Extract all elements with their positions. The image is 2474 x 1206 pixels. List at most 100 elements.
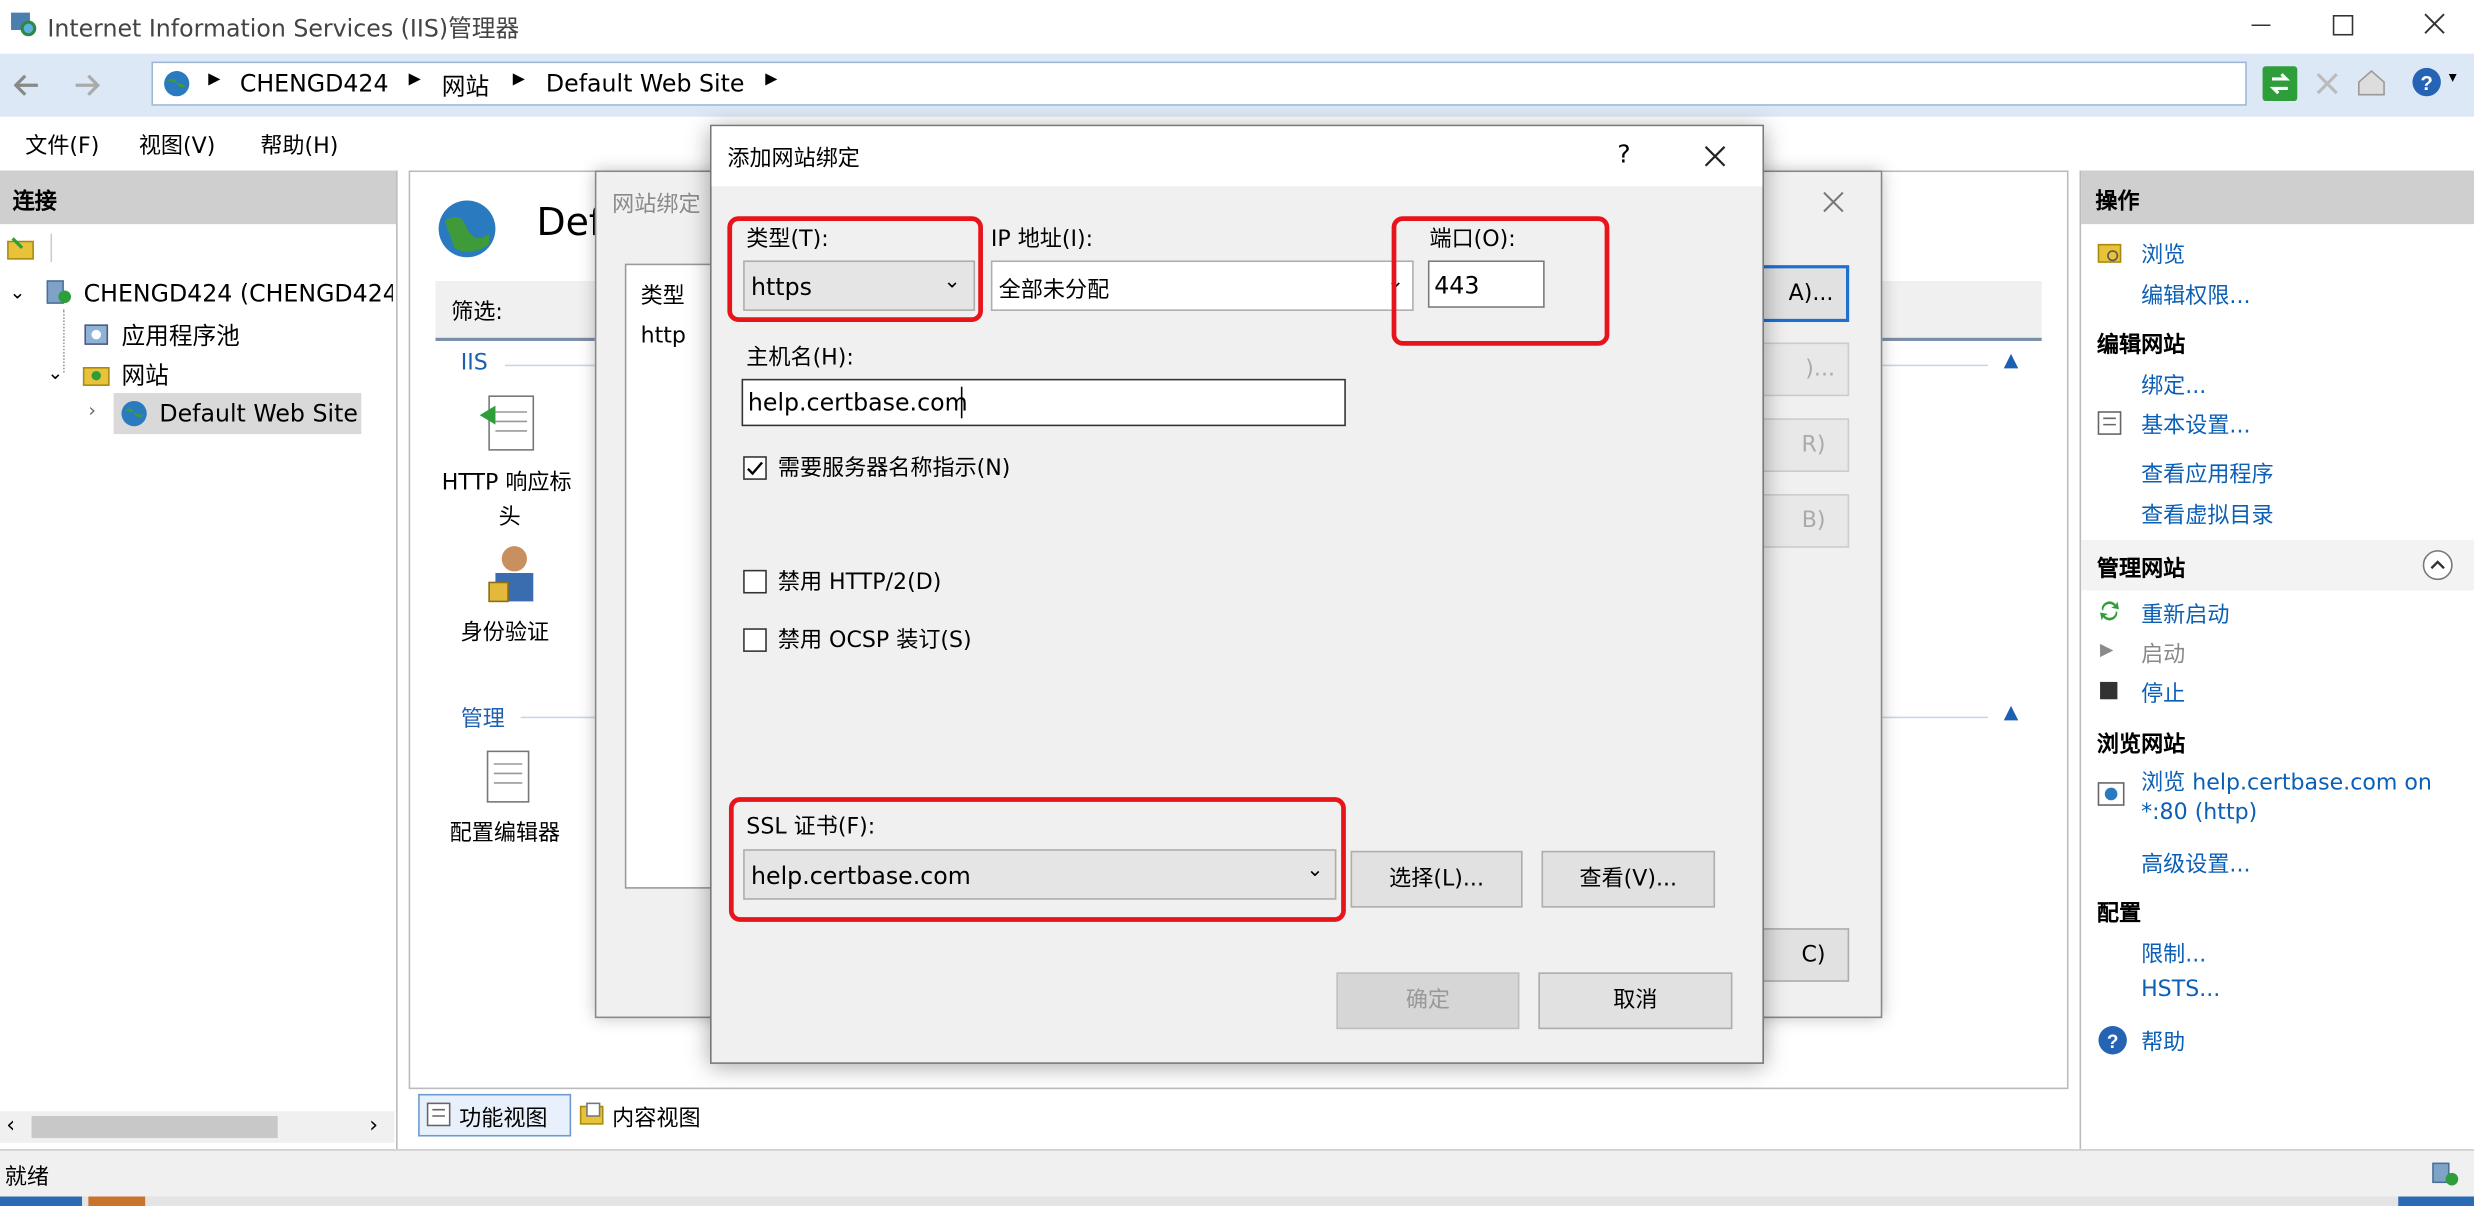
collapse-up-icon[interactable]: ▲ xyxy=(2004,349,2019,371)
sni-checkbox[interactable] xyxy=(743,456,767,480)
network-status-icon xyxy=(2430,1159,2462,1191)
scroll-thumb[interactable] xyxy=(31,1115,278,1139)
minimize-button[interactable] xyxy=(2240,6,2281,44)
add-binding-titlebar: 添加网站绑定 ? xyxy=(711,126,1763,187)
action-browse-site-line2[interactable]: *:80 (http) xyxy=(2141,800,2257,825)
browse-site-header: 浏览网站 xyxy=(2096,732,2186,758)
bindings-close-label: C) xyxy=(1801,942,1826,968)
tree-sites[interactable]: 网站 xyxy=(121,358,168,391)
connections-panel: 连接 ⌄ CHENGD424 (CHENGD424\ 应用程序池 ⌄ 网站 › … xyxy=(0,170,398,1150)
action-start: 启动 xyxy=(2141,642,2186,668)
start-icon: ▶ xyxy=(2100,639,2114,660)
bindings-close-button[interactable]: C) xyxy=(1751,928,1850,982)
action-view-applications[interactable]: 查看应用程序 xyxy=(2141,458,2274,490)
tree-expand-icon[interactable]: ⌄ xyxy=(9,281,25,303)
cancel-button[interactable]: 取消 xyxy=(1538,972,1733,1030)
authentication-label[interactable]: 身份验证 xyxy=(461,616,549,648)
tree-default-site[interactable]: Default Web Site xyxy=(159,399,358,427)
home-icon[interactable] xyxy=(2354,65,2389,100)
refresh-icon[interactable] xyxy=(2262,66,2298,102)
crumb-default-site[interactable]: Default Web Site xyxy=(546,69,745,97)
action-view-virtual-dirs[interactable]: 查看虚拟目录 xyxy=(2141,499,2274,531)
ok-button[interactable]: 确定 xyxy=(1336,972,1520,1030)
filter-label: 筛选: xyxy=(451,299,503,326)
config-editor-icon[interactable] xyxy=(483,748,537,805)
dialog-help-button[interactable]: ? xyxy=(1617,139,1630,169)
disable-http2-label[interactable]: 禁用 HTTP/2(D) xyxy=(778,565,941,597)
bindings-edit-button[interactable]: )... xyxy=(1751,342,1850,397)
bindings-remove-button[interactable]: R) xyxy=(1751,418,1850,472)
bindings-browse-button[interactable]: B) xyxy=(1751,494,1850,548)
ok-label: 确定 xyxy=(1405,988,1450,1014)
back-arrow-icon[interactable] xyxy=(6,66,47,104)
select-cert-button[interactable]: 选择(L)... xyxy=(1350,850,1523,908)
action-bindings[interactable]: 绑定... xyxy=(2141,369,2206,401)
tree-hscrollbar[interactable]: ‹ › xyxy=(0,1111,395,1143)
bindings-list[interactable]: 类型 http xyxy=(624,263,720,889)
action-limits[interactable]: 限制... xyxy=(2141,938,2206,970)
action-restart[interactable]: 重新启动 xyxy=(2141,598,2229,630)
disable-http2-checkbox[interactable] xyxy=(743,569,767,594)
action-basic-settings[interactable]: 基本设置... xyxy=(2141,409,2250,441)
action-help[interactable]: 帮助 xyxy=(2141,1026,2185,1058)
help-circle-icon[interactable]: ? xyxy=(2409,65,2444,100)
view-cert-button[interactable]: 查看(V)... xyxy=(1541,850,1716,908)
content-view-tab[interactable]: 内容视图 xyxy=(573,1094,724,1137)
bindings-add-button[interactable]: A)... xyxy=(1751,265,1850,323)
close-window-button[interactable] xyxy=(2414,6,2455,44)
ip-select-value: 全部未分配 xyxy=(998,277,1110,304)
crumb-server[interactable]: CHENGD424 xyxy=(240,69,389,97)
iis-app-icon xyxy=(9,9,37,37)
disable-ocsp-label[interactable]: 禁用 OCSP 装订(S) xyxy=(778,624,972,656)
host-input[interactable]: help.certbase.com xyxy=(741,378,1346,427)
features-view-icon xyxy=(426,1102,451,1127)
collapse-circle-icon[interactable] xyxy=(2422,549,2454,581)
host-input-value: help.certbase.com xyxy=(747,388,968,417)
menu-file[interactable]: 文件(F) xyxy=(25,129,99,161)
action-browse-site-line1[interactable]: 浏览 help.certbase.com on xyxy=(2141,766,2432,798)
scroll-right-icon[interactable]: › xyxy=(369,1113,378,1138)
action-edit-permissions[interactable]: 编辑权限... xyxy=(2141,279,2250,311)
action-advanced-settings[interactable]: 高级设置... xyxy=(2141,848,2250,880)
highlight-port xyxy=(1391,216,1610,346)
window-title: Internet Information Services (IIS)管理器 xyxy=(47,14,520,43)
connect-icon[interactable] xyxy=(6,234,34,262)
dialog-close-icon[interactable] xyxy=(1699,140,1731,172)
tree-server[interactable]: CHENGD424 (CHENGD424\ xyxy=(84,279,393,307)
taskbar-strip xyxy=(0,1196,2474,1206)
http-headers-icon[interactable] xyxy=(476,393,542,456)
manage-site-header-bar: 管理网站 xyxy=(2081,539,2474,591)
menu-help[interactable]: 帮助(H) xyxy=(260,129,338,161)
config-editor-label[interactable]: 配置编辑器 xyxy=(450,816,560,848)
authentication-icon[interactable] xyxy=(483,541,543,607)
sni-label[interactable]: 需要服务器名称指示(N) xyxy=(778,451,1011,483)
content-view-icon xyxy=(579,1102,604,1127)
restart-icon xyxy=(2097,598,2122,623)
forward-arrow-icon[interactable] xyxy=(66,66,107,104)
features-view-tab[interactable]: 功能视图 xyxy=(418,1093,572,1137)
scroll-left-icon[interactable]: ‹ xyxy=(6,1113,15,1138)
tree-app-pools[interactable]: 应用程序池 xyxy=(121,319,239,352)
action-browse[interactable]: 浏览 xyxy=(2141,238,2185,270)
ip-select[interactable]: 全部未分配 ⌄ xyxy=(990,260,1414,311)
bindings-row-type[interactable]: http xyxy=(641,324,686,349)
tree-expand-icon[interactable]: ⌄ xyxy=(47,361,63,383)
tree-collapse-icon[interactable]: › xyxy=(88,399,96,421)
bindings-close-icon[interactable] xyxy=(1819,188,1847,216)
menu-view[interactable]: 视图(V) xyxy=(139,129,216,161)
highlight-ssl-cert xyxy=(728,797,1346,922)
text-cursor xyxy=(960,386,963,419)
address-input[interactable]: ▶ CHENGD424 ▶ 网站 ▶ Default Web Site ▶ xyxy=(151,61,2247,106)
collapse-up-icon[interactable]: ▲ xyxy=(2004,701,2019,723)
http-headers-label-line2[interactable]: 头 xyxy=(499,500,521,532)
action-hsts[interactable]: HSTS... xyxy=(2141,977,2220,1002)
action-stop[interactable]: 停止 xyxy=(2141,677,2185,709)
disable-ocsp-checkbox[interactable] xyxy=(743,628,767,652)
browse-site-icon xyxy=(2097,781,2125,806)
actions-title: 操作 xyxy=(2095,189,2140,215)
http-headers-label-line1[interactable]: HTTP 响应标 xyxy=(442,466,572,498)
crumb-sites[interactable]: 网站 xyxy=(442,69,489,102)
maximize-button[interactable] xyxy=(2323,6,2364,44)
help-dropdown-icon[interactable]: ▾ xyxy=(2449,69,2457,86)
stop-icon[interactable] xyxy=(2310,66,2345,101)
